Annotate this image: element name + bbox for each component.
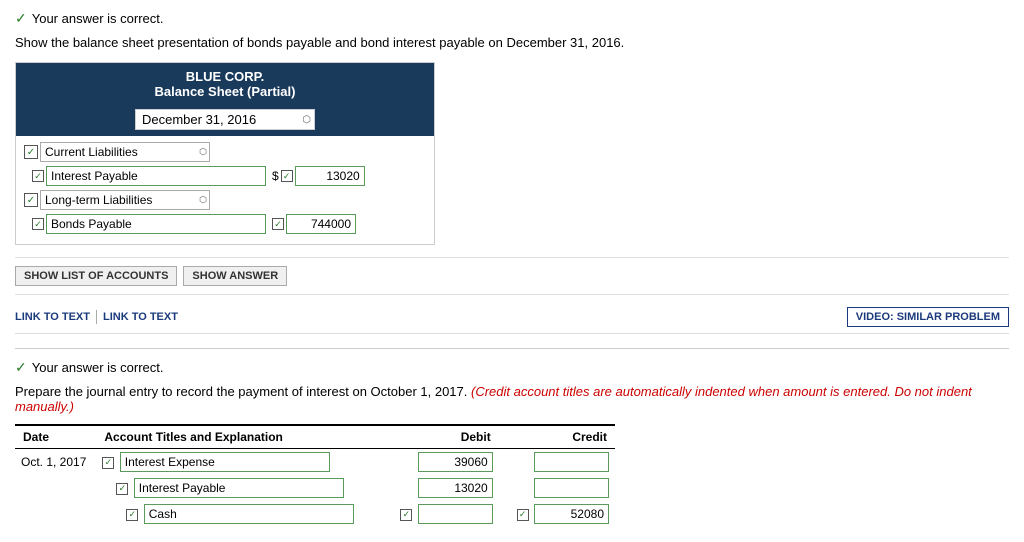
company-name: BLUE CORP. bbox=[20, 69, 430, 84]
question-text-1: Show the balance sheet presentation of b… bbox=[15, 35, 1009, 50]
journal-table: Date Account Titles and Explanation Debi… bbox=[15, 424, 615, 527]
video-similar-problem-button[interactable]: VIDEO: SIMILAR PROBLEM bbox=[847, 307, 1009, 327]
journal-debit-cell-2 bbox=[382, 475, 498, 501]
show-answer-button[interactable]: SHOW ANSWER bbox=[183, 266, 287, 286]
correct-text-1: Your answer is correct. bbox=[32, 11, 164, 26]
col-header-account: Account Titles and Explanation bbox=[96, 425, 382, 449]
longterm-liabilities-select[interactable]: Long-term Liabilities bbox=[40, 190, 210, 210]
journal-date-2 bbox=[15, 475, 96, 501]
bonds-payable-check: ✓ bbox=[32, 218, 44, 230]
journal-date-1: Oct. 1, 2017 bbox=[15, 449, 96, 476]
current-liabilities-wrapper[interactable]: Current Liabilities bbox=[40, 142, 210, 162]
interest-amount-input[interactable] bbox=[295, 166, 365, 186]
journal-row-1: Oct. 1, 2017 ✓ bbox=[15, 449, 615, 476]
bs-date-select[interactable]: December 31, 2016 bbox=[135, 109, 315, 130]
journal-account-cell-2: ✓ bbox=[96, 475, 382, 501]
bonds-payable-input[interactable] bbox=[46, 214, 266, 234]
journal-debit-input-3[interactable] bbox=[418, 504, 493, 524]
section-divider bbox=[15, 348, 1009, 349]
current-liabilities-select[interactable]: Current Liabilities bbox=[40, 142, 210, 162]
balance-sheet: BLUE CORP. Balance Sheet (Partial) Decem… bbox=[15, 62, 435, 245]
section1: ✓ Your answer is correct. Show the balan… bbox=[15, 10, 1009, 334]
checkmark-icon-1: ✓ bbox=[15, 10, 27, 27]
journal-credit-check-3: ✓ bbox=[517, 509, 529, 521]
journal-account-input-1[interactable] bbox=[120, 452, 330, 472]
interest-payable-check: ✓ bbox=[32, 170, 44, 182]
dollar-sign: $ bbox=[272, 169, 279, 183]
journal-account-cell-3: ✓ bbox=[96, 501, 382, 527]
journal-date-3 bbox=[15, 501, 96, 527]
journal-credit-cell-3: ✓ bbox=[499, 501, 615, 527]
show-list-button[interactable]: SHOW LIST OF ACCOUNTS bbox=[15, 266, 177, 286]
current-liabilities-row: ✓ Current Liabilities bbox=[24, 142, 426, 162]
bs-header: BLUE CORP. Balance Sheet (Partial) bbox=[16, 63, 434, 105]
journal-check-2: ✓ bbox=[116, 483, 128, 495]
link-to-text-1[interactable]: LINK TO TEXT bbox=[15, 309, 90, 325]
journal-debit-check-3: ✓ bbox=[400, 509, 412, 521]
correct-text-2: Your answer is correct. bbox=[32, 360, 164, 375]
bs-body: ✓ Current Liabilities ✓ $ ✓ ✓ bbox=[16, 136, 434, 244]
journal-check-1: ✓ bbox=[102, 457, 114, 469]
journal-account-input-3[interactable] bbox=[144, 504, 354, 524]
links-row-1: LINK TO TEXT LINK TO TEXT VIDEO: SIMILAR… bbox=[15, 301, 1009, 334]
checkmark-icon-2: ✓ bbox=[15, 359, 27, 376]
longterm-liabilities-wrapper[interactable]: Long-term Liabilities bbox=[40, 190, 210, 210]
links-left-1: LINK TO TEXT LINK TO TEXT bbox=[15, 309, 178, 325]
journal-credit-input-1[interactable] bbox=[534, 452, 609, 472]
bs-date-wrapper[interactable]: December 31, 2016 bbox=[135, 109, 315, 130]
journal-credit-input-2[interactable] bbox=[534, 478, 609, 498]
current-liabilities-check: ✓ bbox=[24, 145, 38, 159]
section2: ✓ Your answer is correct. Prepare the jo… bbox=[15, 359, 1009, 527]
correct-message-2: ✓ Your answer is correct. bbox=[15, 359, 1009, 376]
journal-credit-cell-2 bbox=[499, 475, 615, 501]
journal-question-start: Prepare the journal entry to record the … bbox=[15, 384, 467, 399]
journal-table-header: Date Account Titles and Explanation Debi… bbox=[15, 425, 615, 449]
bonds-payable-amount-area: ✓ bbox=[272, 214, 356, 234]
link-divider-1 bbox=[96, 310, 97, 324]
col-header-date: Date bbox=[15, 425, 96, 449]
bonds-amount-input[interactable] bbox=[286, 214, 356, 234]
interest-payable-row: ✓ $ ✓ bbox=[32, 166, 426, 186]
sheet-title: Balance Sheet (Partial) bbox=[20, 84, 430, 99]
journal-row-2: ✓ bbox=[15, 475, 615, 501]
journal-debit-input-1[interactable] bbox=[418, 452, 493, 472]
journal-debit-cell-1 bbox=[382, 449, 498, 476]
journal-check-3: ✓ bbox=[126, 509, 138, 521]
bs-date-row: December 31, 2016 bbox=[16, 105, 434, 136]
col-header-debit: Debit bbox=[382, 425, 498, 449]
journal-credit-input-3[interactable] bbox=[534, 504, 609, 524]
link-to-text-2[interactable]: LINK TO TEXT bbox=[103, 309, 178, 325]
journal-question: Prepare the journal entry to record the … bbox=[15, 384, 1009, 414]
journal-account-cell-1: ✓ bbox=[96, 449, 382, 476]
toolbar-1: SHOW LIST OF ACCOUNTS SHOW ANSWER bbox=[15, 257, 1009, 295]
bonds-payable-row: ✓ ✓ bbox=[32, 214, 426, 234]
correct-message-1: ✓ Your answer is correct. bbox=[15, 10, 1009, 27]
col-header-credit: Credit bbox=[499, 425, 615, 449]
interest-payable-input[interactable] bbox=[46, 166, 266, 186]
interest-payable-amount-area: $ ✓ bbox=[272, 166, 365, 186]
longterm-liabilities-check: ✓ bbox=[24, 193, 38, 207]
longterm-liabilities-row: ✓ Long-term Liabilities bbox=[24, 190, 426, 210]
interest-amount-check: ✓ bbox=[281, 170, 293, 182]
journal-row-3: ✓ ✓ ✓ bbox=[15, 501, 615, 527]
journal-credit-cell-1 bbox=[499, 449, 615, 476]
journal-debit-cell-3: ✓ bbox=[382, 501, 498, 527]
bonds-amount-check: ✓ bbox=[272, 218, 284, 230]
journal-debit-input-2[interactable] bbox=[418, 478, 493, 498]
journal-account-input-2[interactable] bbox=[134, 478, 344, 498]
